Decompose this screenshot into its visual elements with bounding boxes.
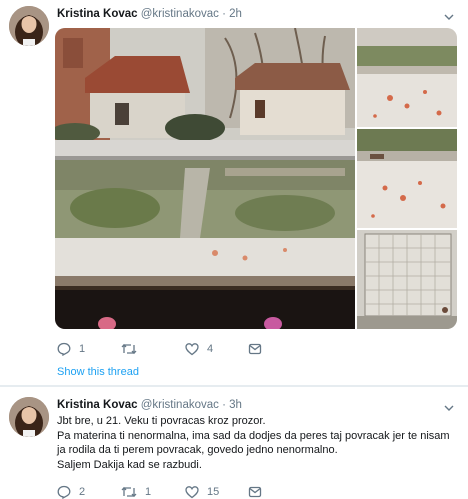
like-icon [185, 342, 199, 356]
reply-icon [57, 485, 71, 499]
show-thread-link[interactable]: Show this thread [57, 366, 139, 378]
like-count: 15 [207, 486, 220, 498]
author-handle[interactable]: @kristinakovac [141, 399, 219, 411]
like-count: 4 [207, 343, 214, 355]
media-grid[interactable] [55, 28, 457, 329]
retweet-icon [121, 485, 137, 499]
like-button[interactable]: 4 [185, 341, 213, 357]
reply-count: 2 [79, 486, 86, 498]
tweet-text-line: Pa materina ti nenormalna, ima sad da do… [57, 429, 450, 442]
share-icon [248, 342, 262, 356]
tweet-text-line: Saljem Dakija kad se razbudi. [57, 458, 202, 471]
media-photo-sill-2[interactable] [357, 129, 457, 228]
timestamp[interactable]: 2h [229, 8, 242, 20]
author-name[interactable]: Kristina Kovac [57, 8, 138, 20]
reply-button[interactable]: 1 [57, 341, 85, 357]
tweet-text-line: ja rodila da ti perem povracak, govedo j… [57, 444, 338, 457]
tweet-text-line: Jbt bre, u 21. Veku ti povracas kroz pro… [57, 415, 266, 427]
author-handle[interactable]: @kristinakovac [141, 8, 219, 20]
tweet-header: Kristina Kovac @kristinakovac · 2h [57, 8, 242, 20]
media-photo-screen[interactable] [357, 230, 457, 329]
chevron-down-icon[interactable] [444, 400, 454, 411]
separator-dot: · [222, 399, 226, 411]
timestamp[interactable]: 3h [229, 399, 242, 411]
retweet-count: 1 [145, 486, 152, 498]
avatar[interactable] [9, 6, 49, 46]
like-icon [185, 485, 199, 499]
share-button[interactable] [248, 341, 262, 357]
media-photo-sill-1[interactable] [357, 28, 457, 127]
tweet-text: Jbt bre, u 21. Veku ti povracas kroz pro… [57, 414, 457, 472]
retweet-icon [121, 342, 137, 356]
retweet-button[interactable] [121, 341, 145, 357]
share-button[interactable] [248, 484, 262, 499]
tweet-2[interactable]: Kristina Kovac @kristinakovac · 3h Jbt b… [0, 387, 468, 499]
reply-count: 1 [79, 343, 86, 355]
retweet-button[interactable]: 1 [121, 484, 151, 499]
chevron-down-icon[interactable] [444, 9, 454, 20]
tweet-1[interactable]: Kristina Kovac @kristinakovac · 2h 1 4 S… [0, 0, 468, 385]
separator-dot: · [222, 8, 226, 20]
share-icon [248, 485, 262, 499]
media-photo-window-view[interactable] [55, 28, 355, 329]
reply-icon [57, 342, 71, 356]
reply-button[interactable]: 2 [57, 484, 85, 499]
tweet-header: Kristina Kovac @kristinakovac · 3h [57, 399, 242, 411]
author-name[interactable]: Kristina Kovac [57, 399, 138, 411]
like-button[interactable]: 15 [185, 484, 219, 499]
avatar[interactable] [9, 397, 49, 437]
